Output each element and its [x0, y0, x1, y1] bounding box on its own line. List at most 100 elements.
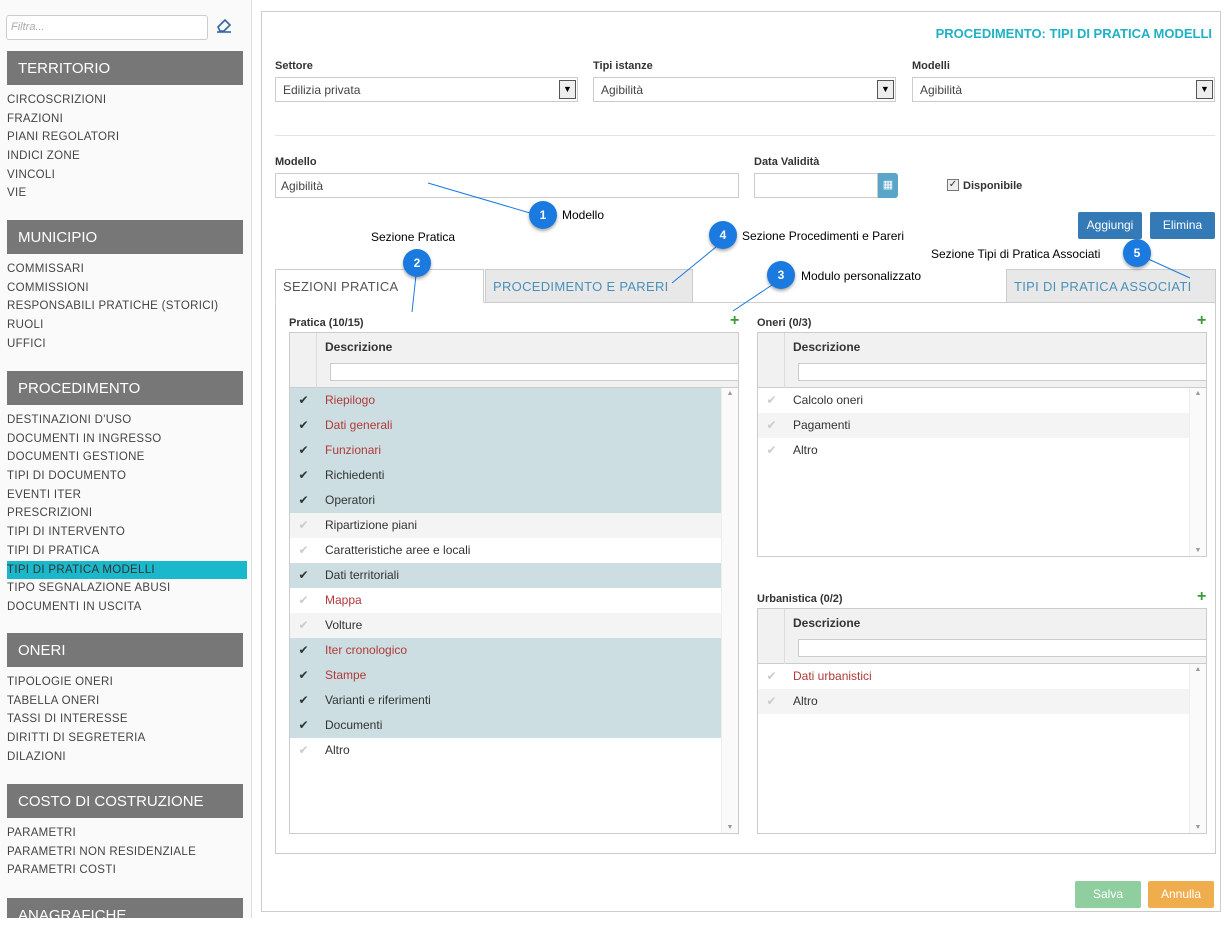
sidebar-item[interactable]: UFFICI — [7, 335, 247, 354]
tab-sezioni-pratica[interactable]: SEZIONI PRATICA — [275, 269, 484, 303]
table-row[interactable]: ✔ Volture — [290, 613, 721, 638]
add-icon[interactable]: + — [730, 312, 739, 330]
settore-select[interactable]: Edilizia privata ▼ — [275, 77, 578, 102]
sidebar-item[interactable]: VIE — [7, 184, 247, 203]
scroll-up-icon[interactable]: ▲ — [722, 390, 738, 397]
sidebar-section-header[interactable]: COSTO DI COSTRUZIONE — [7, 784, 243, 818]
check-icon[interactable]: ✔ — [290, 513, 317, 538]
sidebar-item[interactable]: DIRITTI DI SEGRETERIA — [7, 729, 247, 748]
sidebar-item[interactable]: TIPI DI PRATICA MODELLI — [7, 560, 247, 580]
check-icon[interactable]: ✔ — [290, 688, 317, 713]
calendar-icon[interactable]: ▦ — [878, 173, 898, 198]
sidebar-item[interactable]: FRAZIONI — [7, 110, 247, 129]
scroll-down-icon[interactable]: ▼ — [722, 824, 738, 831]
sidebar-section-header[interactable]: PROCEDIMENTO — [7, 371, 243, 405]
check-icon[interactable]: ✔ — [758, 438, 785, 463]
sidebar-item[interactable]: DOCUMENTI IN INGRESSO — [7, 430, 247, 449]
sidebar-item[interactable]: TIPO SEGNALAZIONE ABUSI — [7, 579, 247, 598]
sidebar-item[interactable]: PRESCRIZIONI — [7, 504, 247, 523]
table-row[interactable]: ✔ Funzionari — [290, 438, 721, 463]
scroll-up-icon[interactable]: ▲ — [1190, 390, 1206, 397]
data-validita-input[interactable] — [754, 173, 878, 198]
sidebar-item[interactable]: CIRCOSCRIZIONI — [7, 91, 247, 110]
sidebar-filter-input[interactable]: Filtra... — [6, 15, 208, 40]
column-header-descrizione[interactable]: Descrizione — [793, 616, 860, 630]
table-row[interactable]: ✔ Ripartizione piani — [290, 513, 721, 538]
table-row[interactable]: ✔ Richiedenti — [290, 463, 721, 488]
table-row[interactable]: ✔ Iter cronologico — [290, 638, 721, 663]
aggiungi-button[interactable]: Aggiungi — [1078, 212, 1142, 239]
table-row[interactable]: ✔ Operatori — [290, 488, 721, 513]
sidebar-item[interactable]: EVENTI ITER — [7, 486, 247, 505]
vertical-scrollbar[interactable]: ▲ ▼ — [1189, 664, 1206, 833]
column-header-descrizione[interactable]: Descrizione — [793, 340, 860, 354]
sidebar-item[interactable]: VINCOLI — [7, 166, 247, 185]
sidebar-item[interactable]: RESPONSABILI PRATICHE (STORICI) — [7, 297, 247, 316]
sidebar-item[interactable]: COMMISSARI — [7, 260, 247, 279]
check-icon[interactable]: ✔ — [290, 613, 317, 638]
modello-input[interactable]: Agibilità — [275, 173, 739, 198]
sidebar-item[interactable]: PIANI REGOLATORI — [7, 128, 247, 147]
check-icon[interactable]: ✔ — [290, 588, 317, 613]
sidebar-item[interactable]: RUOLI — [7, 316, 247, 335]
salva-button[interactable]: Salva — [1075, 881, 1141, 908]
annulla-button[interactable]: Annulla — [1148, 881, 1214, 908]
tab-tipi-pratica-associati[interactable]: TIPI DI PRATICA ASSOCIATI — [1006, 269, 1216, 303]
table-row[interactable]: ✔ Riepilogo — [290, 388, 721, 413]
tab-procedimento-pareri[interactable]: PROCEDIMENTO E PARERI — [485, 269, 693, 303]
sidebar-item[interactable]: DESTINAZIONI D'USO — [7, 411, 247, 430]
sidebar-item[interactable]: PARAMETRI NON RESIDENZIALE — [7, 843, 247, 862]
check-icon[interactable]: ✔ — [290, 738, 317, 763]
vertical-scrollbar[interactable]: ▲ ▼ — [721, 388, 738, 833]
column-filter-input[interactable] — [798, 639, 1206, 657]
sidebar-item[interactable]: TABELLA ONERI — [7, 692, 247, 711]
table-row[interactable]: ✔ Altro — [758, 689, 1189, 714]
check-icon[interactable]: ✔ — [290, 638, 317, 663]
table-row[interactable]: ✔ Dati territoriali — [290, 563, 721, 588]
tipi-istanze-select[interactable]: Agibilità ▼ — [593, 77, 896, 102]
table-row[interactable]: ✔ Caratteristiche aree e locali — [290, 538, 721, 563]
sidebar-item[interactable]: DOCUMENTI GESTIONE — [7, 448, 247, 467]
vertical-scrollbar[interactable]: ▲ ▼ — [1189, 388, 1206, 556]
add-icon[interactable]: + — [1197, 588, 1206, 606]
check-icon[interactable]: ✔ — [290, 563, 317, 588]
sidebar-item[interactable]: COMMISSIONI — [7, 279, 247, 298]
table-row[interactable]: ✔ Dati urbanistici — [758, 664, 1189, 689]
check-icon[interactable]: ✔ — [758, 689, 785, 714]
sidebar-section-header[interactable]: ONERI — [7, 633, 243, 667]
sidebar-item[interactable]: INDICI ZONE — [7, 147, 247, 166]
disponibile-checkbox[interactable]: ✓ — [947, 179, 959, 191]
sidebar-item[interactable]: TIPOLOGIE ONERI — [7, 673, 247, 692]
check-icon[interactable]: ✔ — [290, 538, 317, 563]
sidebar-section-header[interactable]: ANAGRAFICHE — [7, 898, 243, 918]
sidebar-item[interactable]: DOCUMENTI IN USCITA — [7, 598, 247, 617]
check-icon[interactable]: ✔ — [758, 388, 785, 413]
chevron-down-icon[interactable]: ▼ — [559, 80, 576, 99]
table-row[interactable]: ✔ Stampe — [290, 663, 721, 688]
sidebar-item[interactable]: TIPI DI INTERVENTO — [7, 523, 247, 542]
table-row[interactable]: ✔ Dati generali — [290, 413, 721, 438]
check-icon[interactable]: ✔ — [290, 488, 317, 513]
modelli-select[interactable]: Agibilità ▼ — [912, 77, 1215, 102]
table-row[interactable]: ✔ Altro — [290, 738, 721, 763]
sidebar-item[interactable]: PARAMETRI — [7, 824, 247, 843]
column-header-descrizione[interactable]: Descrizione — [325, 340, 392, 354]
table-row[interactable]: ✔ Calcolo oneri — [758, 388, 1189, 413]
sidebar-section-header[interactable]: MUNICIPIO — [7, 220, 243, 254]
table-row[interactable]: ✔ Mappa — [290, 588, 721, 613]
scroll-down-icon[interactable]: ▼ — [1190, 824, 1206, 831]
sidebar-item[interactable]: DILAZIONI — [7, 748, 247, 767]
sidebar-item[interactable]: PARAMETRI COSTI — [7, 861, 247, 880]
check-icon[interactable]: ✔ — [290, 463, 317, 488]
sidebar-item[interactable]: TASSI DI INTERESSE — [7, 710, 247, 729]
check-icon[interactable]: ✔ — [290, 438, 317, 463]
chevron-down-icon[interactable]: ▼ — [877, 80, 894, 99]
sidebar-item[interactable]: TIPI DI PRATICA — [7, 542, 247, 561]
check-icon[interactable]: ✔ — [290, 713, 317, 738]
scroll-up-icon[interactable]: ▲ — [1190, 666, 1206, 673]
table-row[interactable]: ✔ Pagamenti — [758, 413, 1189, 438]
check-icon[interactable]: ✔ — [758, 664, 785, 689]
check-icon[interactable]: ✔ — [290, 413, 317, 438]
table-row[interactable]: ✔ Documenti — [290, 713, 721, 738]
column-filter-input[interactable] — [798, 363, 1206, 381]
